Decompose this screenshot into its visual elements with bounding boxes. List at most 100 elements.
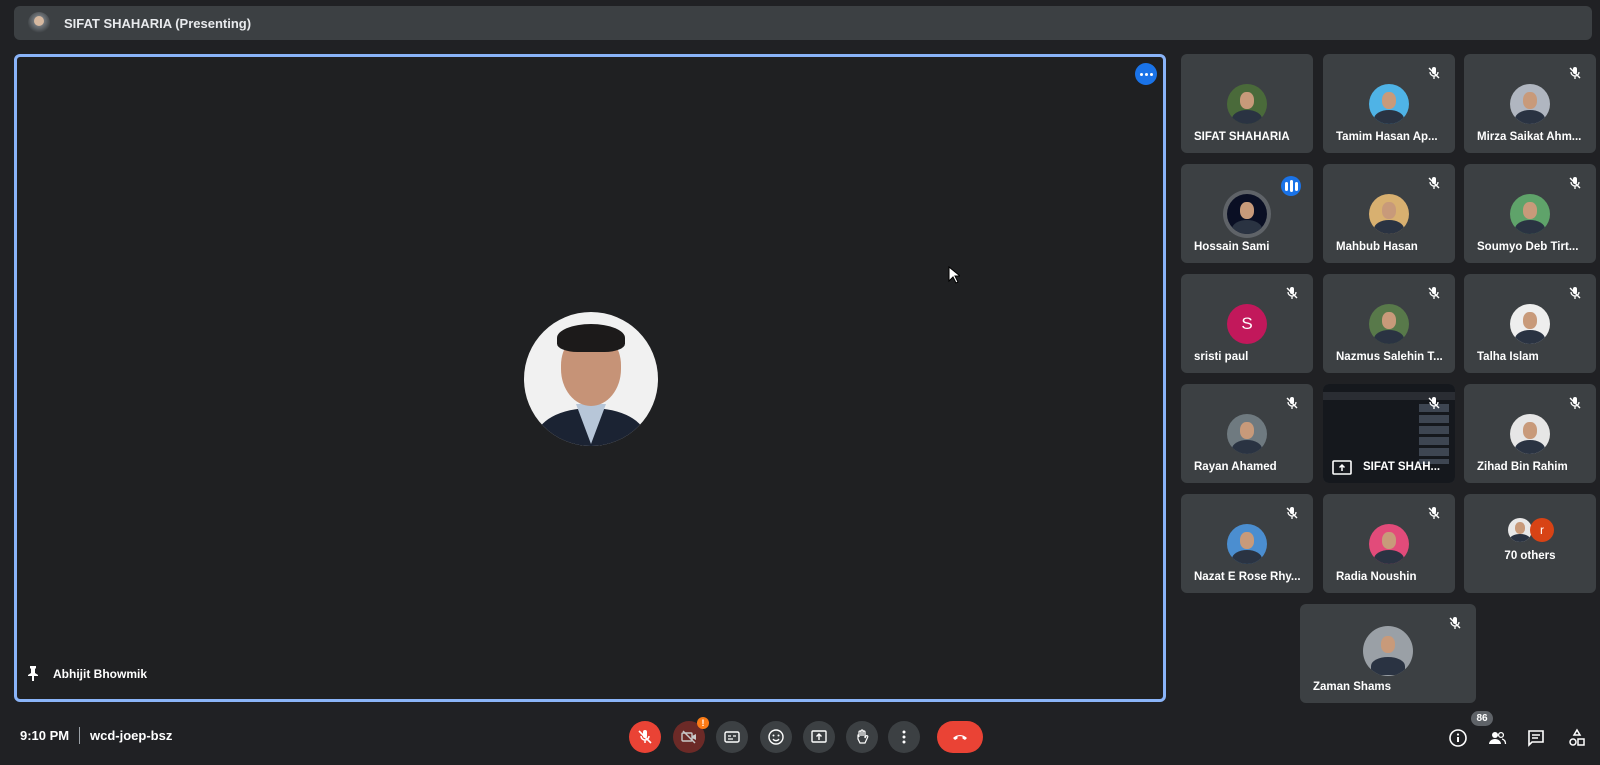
participant-name: Talha Islam [1477,351,1539,363]
avatar [1227,524,1267,564]
participant-name: Nazmus Salehin T... [1336,351,1443,363]
chat-button[interactable] [1525,727,1547,749]
meeting-code: wcd-joep-bsz [90,728,173,743]
participant-tile[interactable]: Rayan Ahamed [1181,384,1313,483]
participant-name: Tamim Hasan Ap... [1336,131,1438,143]
info-icon [1449,729,1467,747]
participant-tile[interactable]: Ssristi paul [1181,274,1313,373]
presenting-banner: SIFAT SHAHARIA (Presenting) [14,6,1592,40]
participant-name: Zihad Bin Rahim [1477,461,1568,473]
mic-muted-icon [1428,67,1440,79]
participant-tile[interactable]: Tamim Hasan Ap... [1323,54,1455,153]
participant-name: Radia Noushin [1336,571,1417,583]
participant-tile[interactable]: Radia Noushin [1323,494,1455,593]
present-icon [811,730,827,743]
mic-muted-icon [1286,507,1298,519]
present-now-button[interactable] [803,721,835,753]
avatar [1510,84,1550,124]
captions-icon [724,731,740,743]
mic-toggle-button[interactable] [629,721,661,753]
avatar [1510,414,1550,454]
mic-muted-icon [1428,397,1440,409]
activities-icon [1569,728,1585,746]
camera-toggle-button[interactable]: ! [673,717,709,753]
avatar [1369,194,1409,234]
pin-icon[interactable] [26,665,40,681]
avatar [1369,84,1409,124]
mic-muted-icon [1428,287,1440,299]
participant-tile[interactable]: Hossain Sami [1181,164,1313,263]
participant-name: Soumyo Deb Tirt... [1477,241,1579,253]
leave-call-button[interactable] [937,721,983,753]
more-options-button[interactable] [888,721,920,753]
avatar [1227,84,1267,124]
participant-name: Mahbub Hasan [1336,241,1418,253]
participant-name: Nazat E Rose Rhy... [1194,571,1301,583]
mic-muted-icon [1286,397,1298,409]
participant-name: Hossain Sami [1194,241,1270,253]
participant-name: Rayan Ahamed [1194,461,1277,473]
mic-muted-icon [1286,287,1298,299]
captions-button[interactable] [716,721,748,753]
participant-count-badge: 86 [1471,711,1493,726]
mic-muted-icon [1428,507,1440,519]
clock-time: 9:10 PM [20,728,70,743]
avatar [1227,194,1267,234]
others-letter-avatar: r [1530,518,1554,542]
presenting-title: SIFAT SHAHARIA (Presenting) [64,15,252,31]
main-video-tile[interactable]: Abhijit Bhowmik [14,54,1166,702]
participant-name: Mirza Saikat Ahm... [1477,131,1582,143]
avatar [1510,194,1550,234]
letter-avatar: S [1227,304,1267,344]
tile-more-options-button[interactable] [1135,63,1157,85]
mouse-cursor-icon [948,266,960,284]
others-tile[interactable]: r 70 others [1464,494,1596,593]
avatar [1227,414,1267,454]
chat-icon [1528,730,1544,747]
mic-muted-icon [1449,617,1461,629]
avatar [1369,304,1409,344]
avatar [1510,304,1550,344]
participant-tile[interactable]: Soumyo Deb Tirt... [1464,164,1596,263]
activities-button[interactable] [1566,727,1588,749]
others-label: 70 others [1504,550,1556,562]
mic-muted-icon [1569,67,1581,79]
people-button[interactable] [1486,727,1508,749]
participant-name: SIFAT SHAH... [1363,461,1441,473]
participant-tile[interactable]: Zaman Shams [1300,604,1476,703]
avatar [1369,524,1409,564]
participant-tile[interactable]: Mirza Saikat Ahm... [1464,54,1596,153]
presenting-screen-icon [1332,460,1352,475]
participant-tile[interactable]: SIFAT SHAH... [1323,384,1455,483]
avatar [1363,626,1413,676]
reactions-button[interactable] [760,721,792,753]
participant-tile[interactable]: Nazat E Rose Rhy... [1181,494,1313,593]
mic-muted-icon [1569,177,1581,189]
mic-muted-icon [1569,287,1581,299]
participant-tile[interactable]: Zihad Bin Rahim [1464,384,1596,483]
mic-off-icon [638,730,652,744]
participant-name: sristi paul [1194,351,1249,363]
participant-tile[interactable]: SIFAT SHAHARIA [1181,54,1313,153]
camera-off-icon [681,730,696,744]
speaking-indicator-icon [1281,176,1301,196]
mic-muted-icon [1569,397,1581,409]
participant-tile[interactable]: Mahbub Hasan [1323,164,1455,263]
raise-hand-button[interactable] [846,721,878,753]
others-avatar [1508,518,1532,542]
mic-muted-icon [1428,177,1440,189]
main-participant-name: Abhijit Bhowmik [53,667,147,681]
raise-hand-icon [857,729,869,744]
emoji-icon [768,729,784,745]
main-avatar [524,312,658,446]
participant-name: Zaman Shams [1313,681,1391,693]
divider [79,727,80,744]
meeting-details-button[interactable] [1447,727,1469,749]
participant-name: SIFAT SHAHARIA [1194,131,1290,143]
presenter-avatar [28,12,50,34]
participant-tile[interactable]: Talha Islam [1464,274,1596,373]
camera-alert-badge: ! [697,717,709,729]
hangup-icon [953,735,967,740]
participant-tile[interactable]: Nazmus Salehin T... [1323,274,1455,373]
more-icon [902,730,906,744]
